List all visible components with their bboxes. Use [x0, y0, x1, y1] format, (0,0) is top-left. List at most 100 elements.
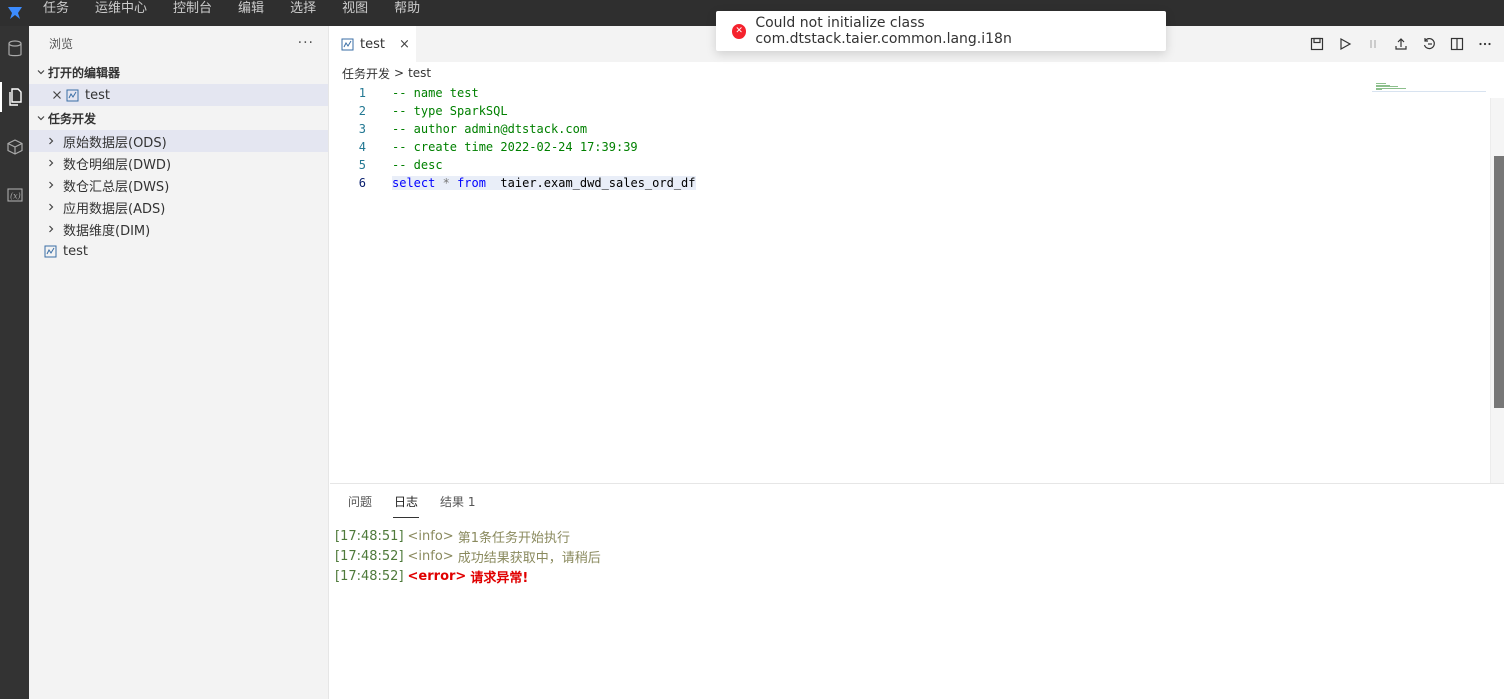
tab-test[interactable]: test × — [330, 26, 416, 62]
line-number: 3 — [358, 122, 366, 136]
line-number: 6 — [358, 176, 366, 190]
log-time: [17:48:51] — [335, 528, 404, 544]
open-editors-label: 打开的编辑器 — [48, 65, 121, 80]
log-message: 第1条任务开始执行 — [457, 530, 570, 546]
tab-close-icon[interactable]: × — [399, 37, 410, 52]
log-level: <info> — [407, 528, 454, 544]
scrollbar-thumb[interactable] — [1494, 156, 1504, 408]
folder-dwd[interactable]: 数仓明细层(DWD) — [29, 152, 328, 174]
open-editor-label: test — [85, 87, 110, 103]
menu-edit[interactable]: 编辑 — [225, 0, 277, 19]
folder-label: 数据维度(DIM) — [63, 223, 151, 239]
open-editors-section[interactable]: 打开的编辑器 — [29, 60, 328, 84]
stop-icon[interactable] — [1364, 35, 1382, 53]
code-line: 3 -- author admin@dtstack.com — [330, 120, 1486, 138]
open-editor-item[interactable]: test — [29, 84, 328, 106]
cube-icon[interactable] — [0, 132, 29, 162]
files-icon[interactable] — [0, 82, 29, 112]
menu-ops-center[interactable]: 运维中心 — [82, 0, 160, 19]
menu-console[interactable]: 控制台 — [160, 0, 225, 19]
code-text: -- author admin@dtstack.com — [392, 122, 588, 136]
task-dev-section[interactable]: 任务开发 — [29, 106, 328, 130]
vertical-scrollbar[interactable] — [1490, 98, 1504, 483]
folder-label: 数仓明细层(DWD) — [63, 157, 172, 173]
sql-keyword: select — [392, 176, 436, 190]
run-icon[interactable] — [1336, 35, 1354, 53]
file-test[interactable]: test — [29, 240, 328, 262]
sql-file-icon — [340, 37, 354, 51]
error-icon: ✕ — [732, 23, 747, 39]
save-icon[interactable] — [1308, 35, 1326, 53]
sql-operator: * — [442, 176, 450, 190]
tab-result-1[interactable]: 结果 1 — [440, 484, 475, 518]
code-text: -- desc — [392, 158, 443, 172]
sql-file-icon — [43, 244, 57, 258]
log-message: 请求异常! — [470, 570, 529, 586]
breadcrumb-item[interactable]: test — [408, 66, 431, 80]
editor-area: test × 任务开发 > test 1 -- name test 2 -- t… — [330, 26, 1504, 483]
submit-icon[interactable] — [1392, 35, 1410, 53]
minimap[interactable] — [1372, 82, 1486, 92]
tab-label: test — [360, 36, 385, 52]
log-output: [17:48:51] <info> 第1条任务开始执行 [17:48:52] <… — [330, 518, 1504, 586]
chevron-right-icon — [43, 224, 59, 234]
folder-ods[interactable]: 原始数据层(ODS) — [29, 130, 328, 152]
line-number: 1 — [358, 86, 366, 100]
line-number: 2 — [358, 104, 366, 118]
reload-icon[interactable] — [1420, 35, 1438, 53]
log-time: [17:48:52] — [335, 548, 404, 564]
svg-text:(x): (x) — [10, 192, 21, 201]
tab-log[interactable]: 日志 — [393, 484, 420, 518]
folder-dim[interactable]: 数据维度(DIM) — [29, 218, 328, 240]
code-line-current: 6 select * from taier.exam_dwd_sales_ord… — [330, 174, 1486, 192]
log-line: [17:48:52] <error> 请求异常! — [335, 566, 1504, 586]
menu-select[interactable]: 选择 — [277, 0, 329, 19]
app-logo-icon[interactable] — [0, 0, 30, 26]
log-level: <info> — [407, 548, 454, 564]
log-time: [17:48:52] — [335, 568, 404, 584]
file-label: test — [63, 243, 88, 259]
database-icon[interactable] — [0, 34, 29, 64]
breadcrumb-item[interactable]: 任务开发 — [342, 65, 390, 82]
log-line: [17:48:52] <info> 成功结果获取中，请稍后 — [335, 546, 1504, 566]
chevron-right-icon — [43, 136, 59, 146]
notification-text: Could not initialize class com.dtstack.t… — [755, 15, 1012, 47]
split-icon[interactable] — [1448, 35, 1466, 53]
chevron-right-icon — [43, 202, 59, 212]
folder-dws[interactable]: 数仓汇总层(DWS) — [29, 174, 328, 196]
close-icon[interactable] — [49, 90, 65, 100]
chevron-down-icon — [34, 113, 48, 123]
code-text: -- name test — [392, 86, 479, 100]
sql-file-icon — [65, 88, 79, 102]
log-message: 成功结果获取中，请稍后 — [457, 550, 601, 566]
sidebar-header: 浏览 ··· — [29, 26, 328, 60]
panel-tabs: 问题 日志 结果 1 — [330, 484, 1504, 518]
code-text: -- create time 2022-02-24 17:39:39 — [392, 140, 638, 154]
output-panel: 问题 日志 结果 1 [17:48:51] <info> 第1条任务开始执行 [… — [330, 483, 1504, 699]
code-editor[interactable]: 1 -- name test 2 -- type SparkSQL 3 -- a… — [330, 84, 1486, 483]
folder-ads[interactable]: 应用数据层(ADS) — [29, 196, 328, 218]
more-icon[interactable] — [1476, 35, 1494, 53]
tab-problems[interactable]: 问题 — [348, 484, 372, 518]
folder-label: 数仓汇总层(DWS) — [63, 179, 170, 195]
menu-view[interactable]: 视图 — [329, 0, 381, 19]
chevron-down-icon — [34, 67, 48, 77]
line-number: 4 — [358, 140, 366, 154]
sql-identifier: taier.exam_dwd_sales_ord_df — [500, 176, 696, 190]
log-level: <error> — [407, 568, 467, 584]
menu-help[interactable]: 帮助 — [381, 0, 433, 19]
explorer-sidebar: 浏览 ··· 打开的编辑器 test 任务开发 原始数据层(ODS) 数仓明细层… — [29, 26, 329, 699]
sidebar-title: 浏览 — [49, 36, 74, 51]
folder-label: 原始数据层(ODS) — [63, 135, 167, 151]
task-dev-label: 任务开发 — [48, 111, 97, 126]
code-line: 2 -- type SparkSQL — [330, 102, 1486, 120]
function-icon[interactable]: (x) — [0, 180, 29, 210]
chevron-right-icon — [43, 180, 59, 190]
menu-task[interactable]: 任务 — [30, 0, 82, 19]
code-text: select * from taier.exam_dwd_sales_ord_d… — [392, 176, 696, 190]
folder-label: 应用数据层(ADS) — [63, 201, 166, 217]
activity-bar: (x) — [0, 26, 29, 699]
more-actions-button[interactable]: ··· — [298, 35, 314, 51]
line-number: 5 — [358, 158, 366, 172]
code-line: 4 -- create time 2022-02-24 17:39:39 — [330, 138, 1486, 156]
